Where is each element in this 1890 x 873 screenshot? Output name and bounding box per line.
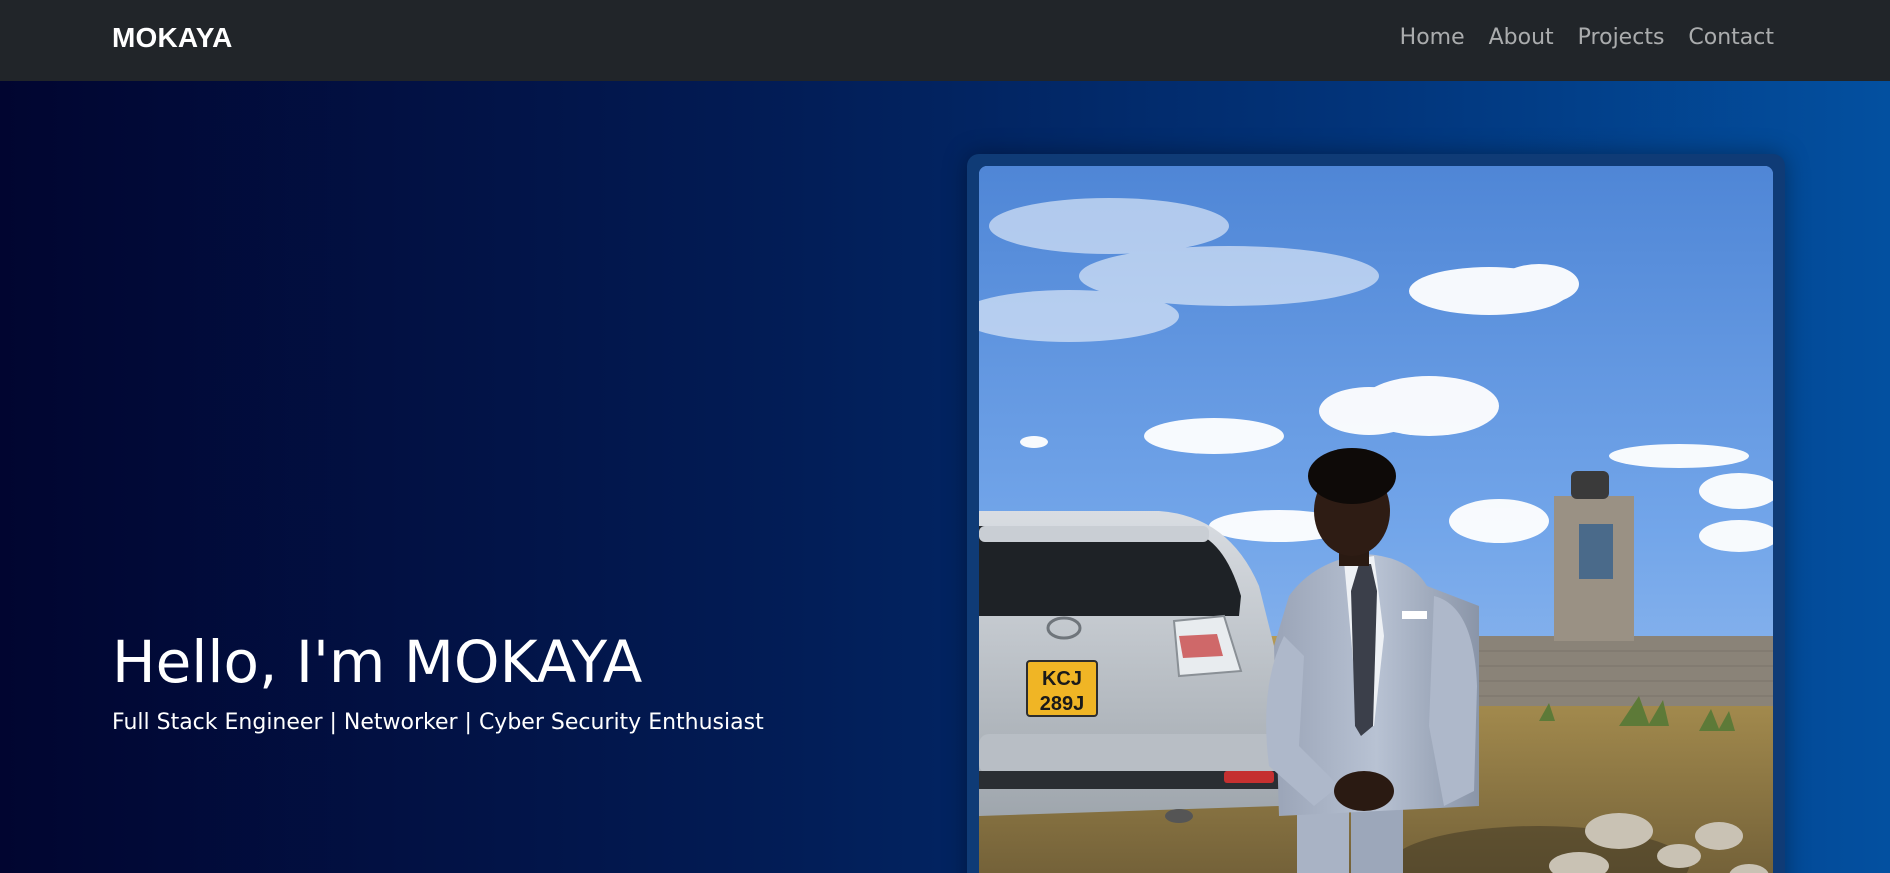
nav-link-home[interactable]: Home (1400, 25, 1465, 50)
profile-photo-illustration: KCJ 289J (979, 166, 1773, 873)
nav-link-about[interactable]: About (1489, 25, 1554, 50)
plate-line-2: 289J (1040, 693, 1085, 715)
hero-heading: Hello, I'm MOKAYA (112, 628, 643, 696)
navbar: MOKAYA Home About Projects Contact (0, 0, 1890, 81)
hero-subtitle: Full Stack Engineer | Networker | Cyber … (112, 709, 764, 735)
brand-logo[interactable]: MOKAYA (112, 22, 233, 54)
plate-line-1: KCJ (1042, 668, 1082, 690)
nav-link-projects[interactable]: Projects (1578, 25, 1665, 50)
nav-link-contact[interactable]: Contact (1688, 25, 1774, 50)
hero-text: Hello, I'm MOKAYA Full Stack Engineer | … (112, 629, 764, 735)
profile-photo-frame: KCJ 289J (967, 154, 1785, 873)
profile-photo: KCJ 289J (979, 166, 1773, 873)
hero-section: Hello, I'm MOKAYA Full Stack Engineer | … (0, 81, 1890, 873)
nav-links: Home About Projects Contact (1400, 25, 1774, 50)
